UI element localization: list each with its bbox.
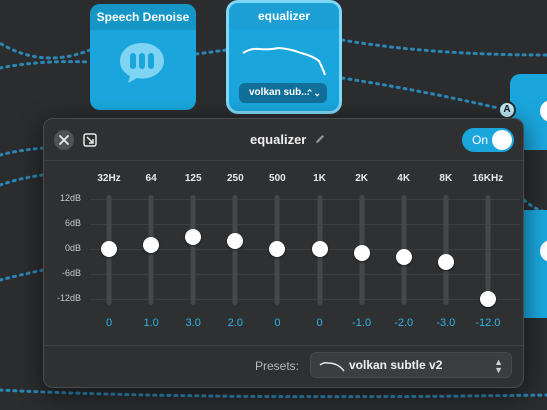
- panel-title-group: equalizer: [250, 131, 324, 149]
- panel-title: equalizer: [250, 132, 307, 147]
- band-frequency-label: 125: [184, 173, 202, 184]
- equalizer-node-preset-label: volkan sub...: [249, 87, 310, 98]
- band-frequency-label: 64: [145, 173, 157, 184]
- close-icon: [59, 135, 69, 145]
- db-scale-label: 6dB: [64, 218, 81, 228]
- panel-header: equalizer On: [44, 119, 523, 161]
- band-slider-track[interactable]: [232, 195, 238, 305]
- chevron-updown-icon: ▲ ▼: [494, 357, 503, 375]
- band-frequency-label: 2K: [355, 173, 368, 184]
- band-slider-knob[interactable]: [101, 241, 117, 257]
- preset-curve-icon: [319, 362, 345, 372]
- band-frequency-label: 1K: [313, 173, 326, 184]
- band-slider-knob[interactable]: [353, 245, 370, 262]
- band-frequency-label: 4K: [397, 173, 411, 184]
- power-toggle[interactable]: On: [462, 128, 514, 152]
- db-gridline: [90, 199, 520, 200]
- band-gain-value[interactable]: -2.0: [394, 317, 413, 329]
- close-button[interactable]: [54, 130, 74, 150]
- band-gain-value[interactable]: 0: [106, 317, 112, 329]
- band-slider-track[interactable]: [443, 195, 449, 305]
- band-slider-knob[interactable]: [437, 253, 454, 270]
- presets-label: Presets:: [255, 359, 300, 373]
- popout-button[interactable]: [80, 130, 100, 150]
- band-gain-value[interactable]: -12.0: [475, 317, 500, 329]
- band-gain-value[interactable]: 2.0: [228, 317, 243, 329]
- db-gridline: [90, 299, 520, 300]
- band-gain-value[interactable]: 3.0: [186, 317, 201, 329]
- band-slider-knob[interactable]: [143, 236, 160, 253]
- power-toggle-knob: [492, 130, 512, 150]
- band-slider-knob[interactable]: [227, 232, 244, 249]
- band-frequency-label: 250: [226, 173, 244, 184]
- preset-name: volkan subtle v2: [349, 358, 443, 372]
- power-toggle-label: On: [472, 133, 489, 147]
- node-badge: A: [498, 101, 516, 119]
- band-gain-value[interactable]: -3.0: [436, 317, 455, 329]
- band-slider-knob[interactable]: [311, 241, 328, 257]
- db-gridline: [90, 224, 520, 225]
- band-slider-knob[interactable]: [395, 249, 412, 266]
- band-slider-track[interactable]: [485, 195, 491, 305]
- band-slider-knob[interactable]: [269, 241, 286, 257]
- output-node-bottom-knob: [540, 240, 547, 262]
- band-gain-value[interactable]: -1.0: [352, 317, 371, 329]
- band-gain-value[interactable]: 0: [316, 317, 322, 329]
- speech-denoise-title: Speech Denoise: [90, 4, 196, 30]
- band-slider-knob[interactable]: [479, 291, 496, 307]
- band-gain-value[interactable]: 1.0: [143, 317, 158, 329]
- band-gain-value[interactable]: 0: [274, 317, 280, 329]
- pencil-edit-icon[interactable]: [314, 133, 326, 145]
- db-gridline: [90, 274, 520, 275]
- chevron-updown-icon: ⌃⌄: [305, 88, 321, 98]
- band-slider-knob[interactable]: [185, 228, 202, 245]
- equalizer-node-title: equalizer: [229, 3, 339, 29]
- equalizer-node[interactable]: equalizer volkan sub... ⌃⌄: [226, 0, 342, 114]
- equalizer-node-preset-select[interactable]: volkan sub... ⌃⌄: [239, 83, 327, 103]
- db-scale-label: -12dB: [56, 293, 81, 303]
- output-node-top-knob: [540, 100, 547, 122]
- band-frequency-label: 500: [269, 173, 286, 184]
- panel-footer: Presets: volkan subtle v2 ▲ ▼: [44, 345, 523, 389]
- db-scale-label: 0dB: [64, 243, 81, 253]
- band-slider-track[interactable]: [190, 195, 196, 305]
- equalizer-panel: equalizer On 12dB 6dB 0dB -6dB -12dB 32Hz 0 64 1…: [43, 118, 524, 388]
- band-frequency-label: 8K: [439, 173, 453, 184]
- db-scale-label: 12dB: [59, 193, 81, 203]
- speech-denoise-node[interactable]: Speech Denoise: [90, 4, 196, 110]
- band-frequency-label: 16KHz: [472, 173, 504, 184]
- preset-select[interactable]: volkan subtle v2 ▲ ▼: [310, 352, 512, 378]
- db-scale-label: -6dB: [61, 268, 81, 278]
- popout-icon: [83, 133, 97, 147]
- speech-bubble-waveform-icon: [120, 43, 164, 83]
- band-frequency-label: 32Hz: [97, 173, 121, 184]
- eq-curve-preview-icon: [242, 46, 326, 76]
- equalizer-bands: 12dB 6dB 0dB -6dB -12dB 32Hz 0 64 1.0 125 3.0 250 2.…: [44, 161, 523, 336]
